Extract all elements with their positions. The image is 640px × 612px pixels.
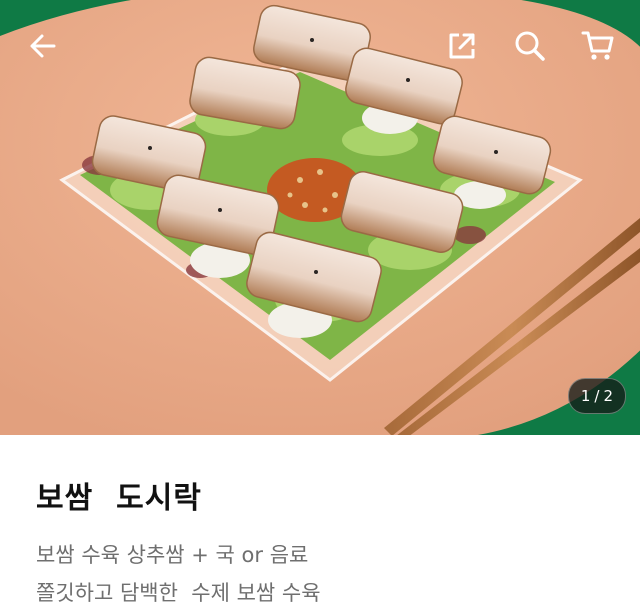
product-image-gallery[interactable]: 1 / 2 bbox=[0, 0, 640, 435]
cart-icon bbox=[581, 31, 614, 60]
back-button[interactable] bbox=[20, 24, 64, 68]
cart-button[interactable] bbox=[576, 24, 620, 68]
image-page-counter: 1 / 2 bbox=[567, 378, 626, 414]
product-description-line-1: 보쌈 수육 상추쌈 + 국 or 음료 bbox=[36, 543, 309, 567]
counter-total: 2 bbox=[603, 387, 613, 405]
search-icon bbox=[515, 31, 545, 61]
product-title: 보쌈 도시락 bbox=[36, 481, 202, 516]
search-button[interactable] bbox=[508, 24, 552, 68]
share-button[interactable] bbox=[440, 24, 484, 68]
product-description-line-2: 쫄깃하고 담백한 수제 보쌈 수육 bbox=[36, 581, 321, 605]
share-external-icon bbox=[449, 33, 475, 59]
product-info-section: 보쌈 도시락 보쌈 수육 상추쌈 + 국 or 음료 쫄깃하고 담백한 수제 보… bbox=[0, 435, 640, 612]
arrow-left-icon bbox=[30, 34, 56, 58]
counter-current: 1 bbox=[580, 387, 591, 405]
counter-separator: / bbox=[594, 387, 600, 405]
top-navigation-bar bbox=[0, 0, 640, 96]
